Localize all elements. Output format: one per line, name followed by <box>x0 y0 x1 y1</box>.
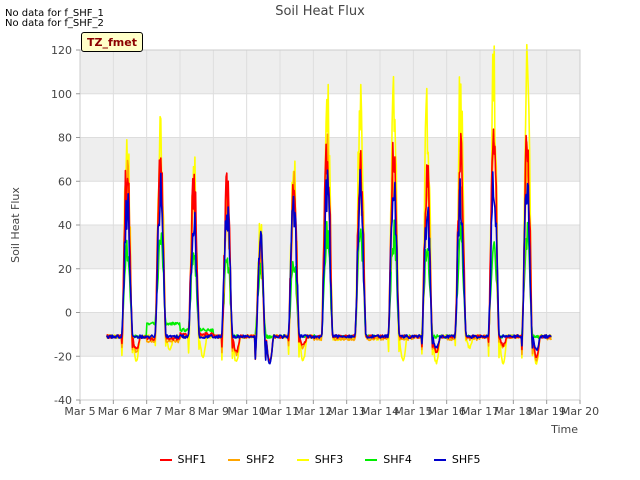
legend-swatch-shf3 <box>296 458 309 461</box>
legend: SHF1 SHF2 SHF3 SHF4 SHF5 <box>0 453 640 466</box>
x-tick-label: Mar 8 <box>164 405 195 418</box>
x-tick-label: Mar 5 <box>64 405 95 418</box>
y-tick-label: 80 <box>58 132 72 145</box>
timezone-badge: TZ_fmet <box>81 32 143 52</box>
x-tick-label: Mar 9 <box>198 405 229 418</box>
legend-item-shf4: SHF4 <box>365 453 412 466</box>
x-axis-label: Time <box>550 423 578 436</box>
y-tick-label: 120 <box>51 44 72 57</box>
legend-label-shf1: SHF1 <box>177 453 207 466</box>
legend-item-shf1: SHF1 <box>159 453 207 466</box>
legend-swatch-shf1 <box>159 458 172 461</box>
chart-svg: -40-20020406080100120Mar 5 Mar 6 Mar 7 Mar … <box>9 4 599 436</box>
plot-band <box>80 50 580 94</box>
legend-item-shf5: SHF5 <box>433 453 481 466</box>
legend-label-shf3: SHF3 <box>314 453 344 466</box>
chart-title: Soil Heat Flux <box>275 4 365 19</box>
x-tick-label: Mar 6 <box>98 405 129 418</box>
legend-item-shf2: SHF2 <box>228 453 275 466</box>
legend-label-shf4: SHF4 <box>383 453 412 466</box>
legend-swatch-shf5 <box>433 458 446 461</box>
y-axis-label: Soil Heat Flux <box>9 187 22 263</box>
y-tick-label: 40 <box>58 219 72 232</box>
no-data-note-2: No data for f_SHF_2 <box>5 18 104 29</box>
y-tick-label: 0 <box>65 307 72 320</box>
y-tick-label: 100 <box>51 88 72 101</box>
legend-swatch-shf2 <box>228 458 241 461</box>
y-tick-label: 20 <box>58 263 72 276</box>
y-tick-label: -20 <box>54 350 72 363</box>
legend-item-shf3: SHF3 <box>296 453 344 466</box>
legend-label-shf5: SHF5 <box>451 453 481 466</box>
legend-label-shf2: SHF2 <box>246 453 275 466</box>
x-tick-label: Mar 20 <box>561 405 599 418</box>
x-tick-label: Mar 7 <box>131 405 162 418</box>
legend-swatch-shf4 <box>365 458 378 461</box>
y-tick-label: 60 <box>58 175 72 188</box>
